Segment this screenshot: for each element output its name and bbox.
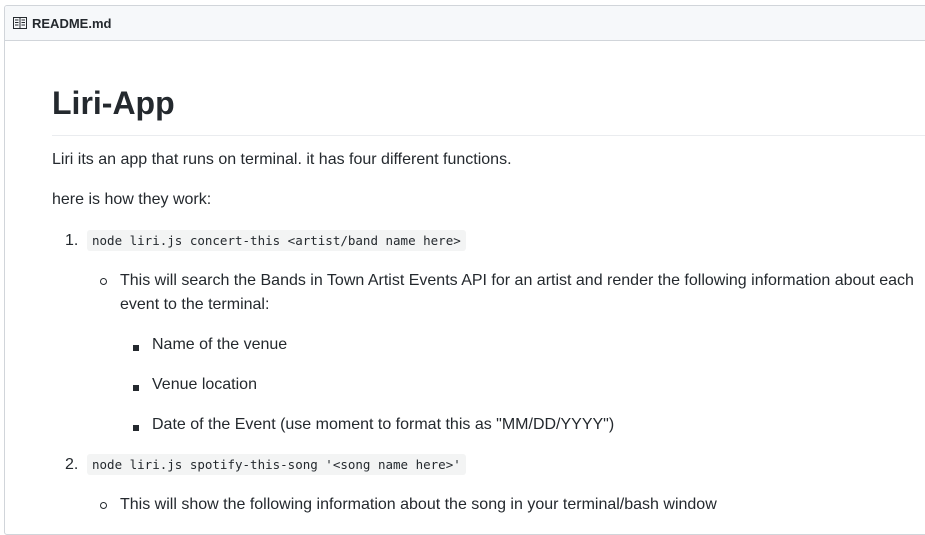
readme-panel: README.md Liri-App Liri its an app that … xyxy=(4,5,925,535)
square-bullet-icon xyxy=(133,425,139,431)
command-code: node liri.js spotify-this-song '<song na… xyxy=(87,454,466,475)
detail-item: Date of the Event (use moment to format … xyxy=(152,416,615,433)
step-description-continued: event to the terminal: xyxy=(120,296,270,313)
file-name-link[interactable]: README.md xyxy=(32,16,111,31)
intro-paragraph: Liri its an app that runs on terminal. i… xyxy=(52,151,512,168)
command-code: node liri.js concert-this <artist/band n… xyxy=(87,230,466,251)
list-number: 1. xyxy=(65,232,79,249)
step-description: This will show the following information… xyxy=(120,496,717,513)
square-bullet-icon xyxy=(133,385,139,391)
circle-bullet-icon xyxy=(100,278,107,285)
how-it-works-paragraph: here is how they work: xyxy=(52,191,212,208)
detail-item: Venue location xyxy=(152,376,257,393)
circle-bullet-icon xyxy=(100,502,107,509)
square-bullet-icon xyxy=(133,345,139,351)
book-icon xyxy=(13,15,29,31)
file-header: README.md xyxy=(5,6,925,41)
page-title: Liri-App xyxy=(52,83,925,136)
step-description: This will search the Bands in Town Artis… xyxy=(120,272,914,289)
list-number: 2. xyxy=(65,456,79,473)
detail-item: Name of the venue xyxy=(152,336,288,353)
